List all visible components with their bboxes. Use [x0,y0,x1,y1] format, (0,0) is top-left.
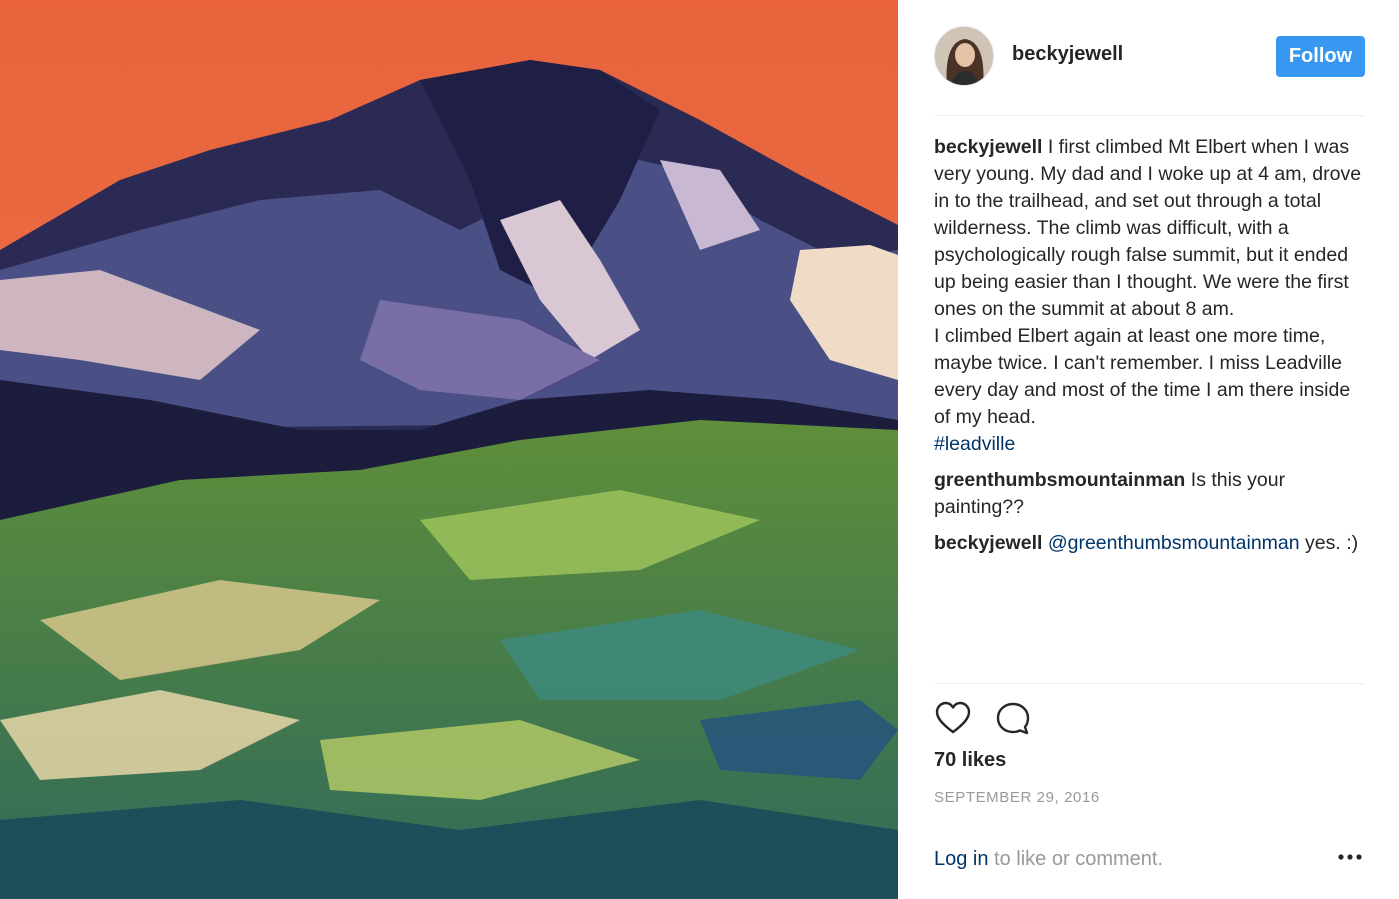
post-details-panel: beckyjewell Follow beckyjewell I first c… [898,0,1399,899]
likes-count[interactable]: 70 likes [934,749,1006,772]
post-username[interactable]: beckyjewell [1012,43,1123,66]
comments-list: beckyjewell I first climbed Mt Elbert wh… [934,134,1366,566]
avatar[interactable] [934,26,994,86]
post-header: beckyjewell Follow [934,26,1365,116]
comment-text: yes. :) [1305,532,1359,554]
caption-author[interactable]: beckyjewell [934,136,1042,158]
post-date[interactable]: SEPTEMBER 29, 2016 [934,789,1100,806]
mention-link[interactable]: @greenthumbsmountainman [1048,532,1300,554]
comment-author[interactable]: greenthumbsmountainman [934,469,1185,491]
follow-button[interactable]: Follow [1276,36,1365,77]
comment-item: greenthumbsmountainman Is this your pain… [934,467,1366,521]
avatar-image [935,27,993,85]
hashtag-link[interactable]: #leadville [934,433,1015,455]
comment-author[interactable]: beckyjewell [934,532,1042,554]
login-link[interactable]: Log in [934,848,989,870]
caption: beckyjewell I first climbed Mt Elbert wh… [934,134,1366,458]
more-options-icon[interactable] [1335,844,1365,870]
login-prompt: Log in to like or comment. [934,848,1365,870]
heart-icon[interactable] [934,700,972,738]
login-prompt-text: to like or comment. [988,848,1164,870]
comment-bubble-icon[interactable] [994,700,1032,738]
painting-image [0,0,898,899]
post-image[interactable] [0,0,898,899]
comment-item: beckyjewell @greenthumbsmountainman yes.… [934,530,1366,557]
caption-text: I first climbed Mt Elbert when I was ver… [934,136,1362,428]
